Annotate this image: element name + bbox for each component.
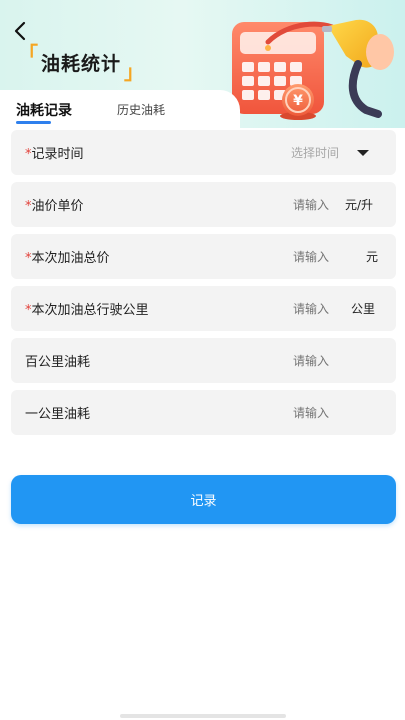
tab-fuel-history[interactable]: 历史油耗 (117, 101, 165, 118)
page-title-text: 油耗统计 (41, 52, 122, 75)
record-button[interactable]: 记录 (11, 475, 396, 524)
per-100km-consumption-label-text: 百公里油耗 (25, 355, 91, 370)
record-time-label-text: 记录时间 (31, 147, 84, 162)
per-100km-consumption-row: 百公里油耗 (11, 338, 396, 383)
page-title: 「 油耗统计 」 (18, 44, 144, 82)
record-time-select[interactable]: 选择时间 (269, 144, 339, 161)
record-time-row[interactable]: *记录时间 选择时间 (11, 130, 396, 175)
per-100km-consumption-input[interactable] (259, 353, 329, 368)
fuel-price-row: *油价单价 元/升 (11, 182, 396, 227)
per-km-consumption-label: 一公里油耗 (25, 403, 90, 422)
fuel-price-unit: 元/升 (345, 198, 374, 212)
total-distance-row: *本次加油总行驶公里 公里 (11, 286, 396, 331)
per-km-consumption-label-text: 一公里油耗 (25, 407, 91, 422)
form-area: *记录时间 选择时间 *油价单价 元/升 *本次加油总价 元 *本次加油总行驶公… (0, 128, 405, 720)
total-price-input[interactable] (259, 249, 329, 264)
title-bracket-right: 」 (124, 60, 145, 84)
currency-symbol: ¥ (293, 93, 303, 109)
fuel-price-label: *油价单价 (25, 195, 84, 214)
fuel-price-label-text: 油价单价 (31, 199, 84, 214)
active-tab-indicator (16, 121, 51, 124)
tab-fuel-record[interactable]: 油耗记录 (16, 100, 72, 120)
per-km-consumption-row: 一公里油耗 (11, 390, 396, 435)
total-price-label-text: 本次加油总价 (31, 251, 110, 266)
total-distance-unit: 公里 (351, 302, 376, 316)
fuel-price-input[interactable] (259, 197, 329, 212)
total-price-row: *本次加油总价 元 (11, 234, 396, 279)
total-distance-input[interactable] (259, 301, 329, 316)
back-button[interactable] (8, 18, 32, 44)
total-price-label: *本次加油总价 (25, 247, 110, 266)
total-distance-label: *本次加油总行驶公里 (25, 299, 149, 318)
per-km-consumption-input[interactable] (259, 405, 329, 420)
chevron-left-icon (14, 21, 26, 41)
title-bracket-left: 「 (18, 42, 38, 66)
per-100km-consumption-label: 百公里油耗 (25, 351, 90, 370)
fuel-calculator-illustration: ¥ (232, 19, 394, 120)
total-price-unit: 元 (366, 250, 379, 264)
caret-down-icon[interactable] (357, 149, 369, 157)
record-time-label: *记录时间 (25, 143, 84, 162)
home-indicator (120, 714, 286, 718)
total-distance-label-text: 本次加油总行驶公里 (31, 303, 149, 318)
